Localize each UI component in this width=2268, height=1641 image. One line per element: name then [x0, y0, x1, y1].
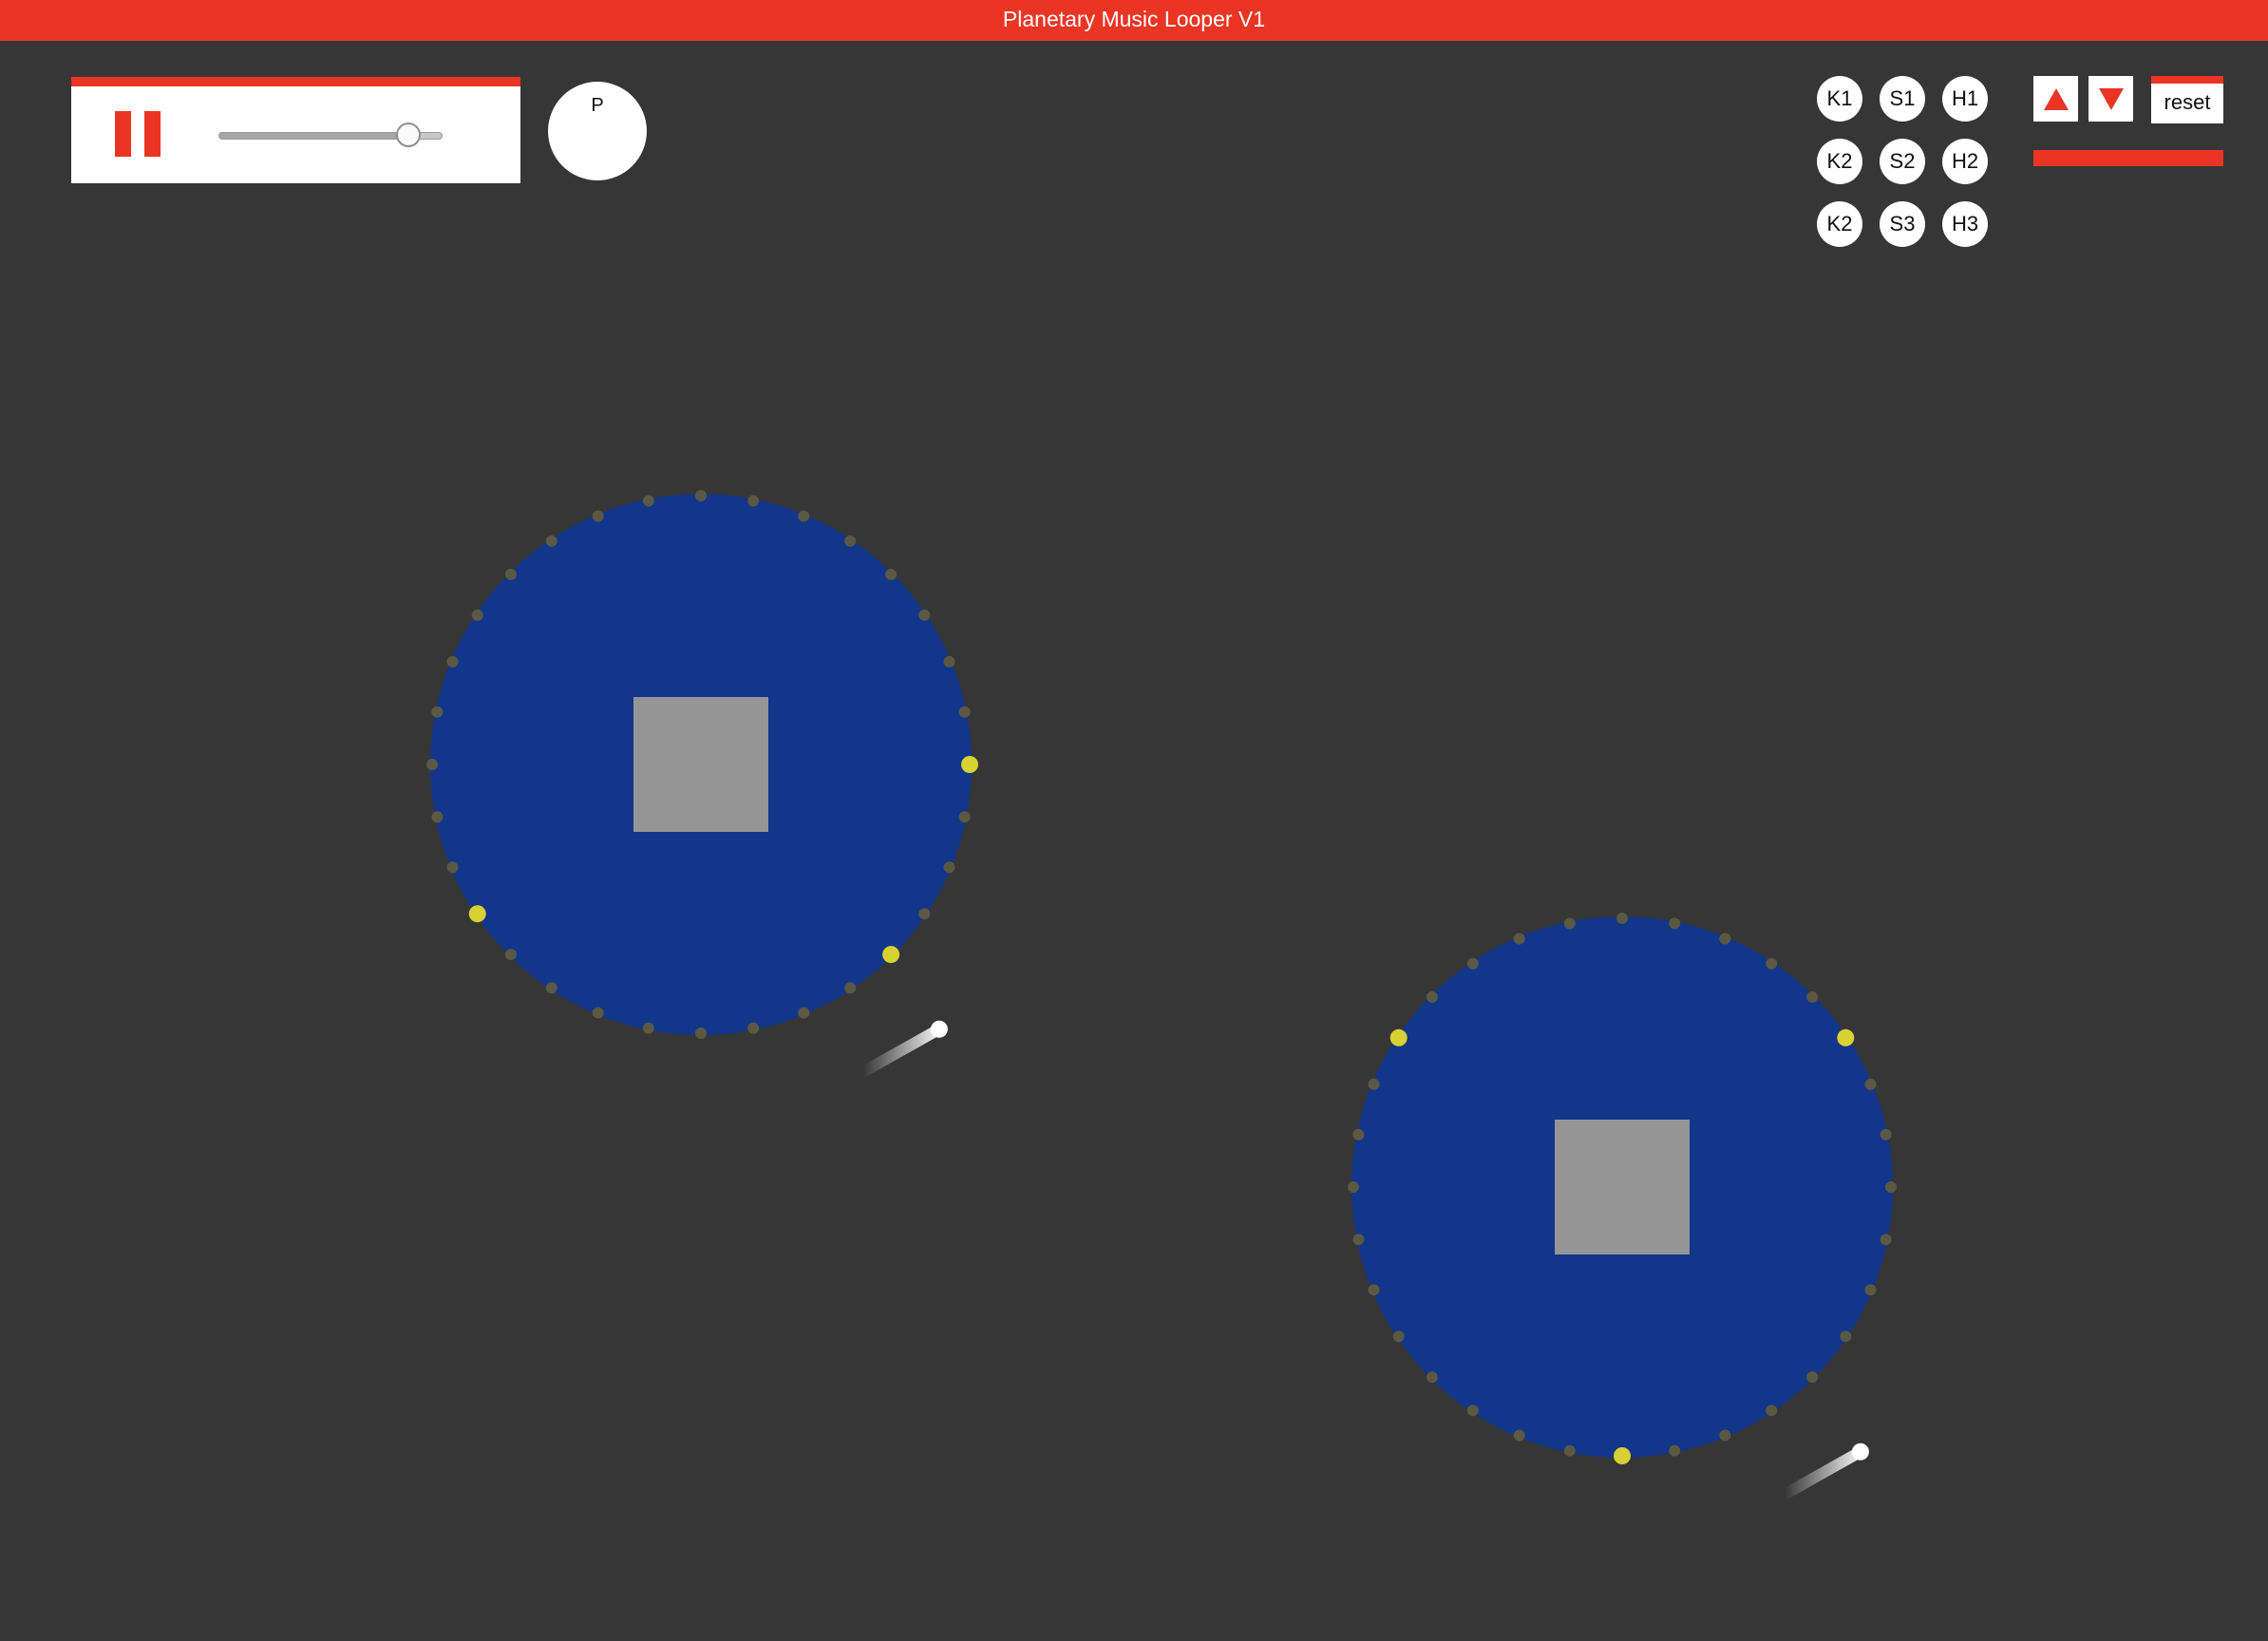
planet-core[interactable] [1555, 1120, 1690, 1254]
note-slot[interactable] [885, 568, 898, 580]
note-slot[interactable] [918, 609, 931, 621]
note-slot[interactable] [504, 949, 517, 961]
note-slot[interactable] [844, 535, 857, 547]
note-slot[interactable] [1766, 1405, 1778, 1417]
note-slot[interactable] [504, 568, 517, 580]
note-slot[interactable] [1669, 917, 1681, 930]
planet-canvas[interactable] [0, 41, 2268, 1641]
planet-core[interactable] [633, 697, 768, 832]
note-slot[interactable] [1392, 1330, 1405, 1343]
note-slot[interactable] [918, 908, 931, 920]
note-active[interactable] [961, 756, 978, 773]
note-active[interactable] [1614, 1447, 1631, 1464]
note-slot[interactable] [1368, 1078, 1380, 1090]
note-slot[interactable] [1766, 957, 1778, 970]
note-active[interactable] [882, 946, 900, 964]
note-slot[interactable] [747, 495, 760, 507]
note-slot[interactable] [431, 811, 444, 823]
note-slot[interactable] [1513, 1429, 1525, 1442]
note-active[interactable] [1837, 1028, 1855, 1047]
planet-1[interactable] [426, 490, 978, 1078]
note-slot[interactable] [1426, 990, 1438, 1003]
note-slot[interactable] [431, 706, 444, 718]
note-slot[interactable] [1880, 1128, 1892, 1141]
note-slot[interactable] [798, 510, 810, 522]
note-slot[interactable] [1352, 1234, 1365, 1246]
note-slot[interactable] [943, 861, 955, 874]
note-active[interactable] [1389, 1028, 1408, 1047]
note-slot[interactable] [798, 1007, 810, 1019]
note-slot[interactable] [446, 655, 459, 668]
note-slot[interactable] [1719, 1429, 1731, 1442]
note-slot[interactable] [1840, 1330, 1852, 1343]
note-active[interactable] [468, 905, 486, 923]
note-slot[interactable] [1669, 1444, 1681, 1457]
note-slot[interactable] [943, 655, 955, 668]
note-slot[interactable] [1864, 1284, 1877, 1296]
note-slot[interactable] [1563, 917, 1576, 930]
app-title-bar: Planetary Music Looper V1 [0, 0, 2268, 41]
note-slot[interactable] [1563, 1444, 1576, 1457]
note-slot[interactable] [1806, 990, 1819, 1003]
app-title: Planetary Music Looper V1 [1002, 7, 1266, 31]
note-slot[interactable] [592, 1007, 604, 1019]
comet-head [930, 1020, 948, 1038]
note-slot[interactable] [1466, 957, 1479, 970]
note-slot[interactable] [958, 811, 971, 823]
note-slot[interactable] [695, 490, 707, 501]
note-slot[interactable] [1426, 1371, 1438, 1384]
note-slot[interactable] [958, 706, 971, 718]
note-slot[interactable] [844, 982, 857, 994]
note-slot[interactable] [1466, 1405, 1479, 1417]
note-slot[interactable] [1719, 933, 1731, 945]
note-slot[interactable] [426, 759, 438, 770]
comet [857, 1020, 948, 1078]
comet-head [1851, 1443, 1869, 1461]
note-slot[interactable] [1806, 1371, 1819, 1384]
note-slot[interactable] [592, 510, 604, 522]
note-slot[interactable] [1616, 913, 1628, 924]
note-slot[interactable] [545, 982, 558, 994]
note-slot[interactable] [1864, 1078, 1877, 1090]
comet-trail [1778, 1445, 1866, 1500]
note-slot[interactable] [1368, 1284, 1380, 1296]
note-slot[interactable] [446, 861, 459, 874]
comet [1778, 1443, 1869, 1500]
note-slot[interactable] [642, 1022, 654, 1034]
note-slot[interactable] [1513, 933, 1525, 945]
note-slot[interactable] [1880, 1234, 1892, 1246]
note-slot[interactable] [642, 495, 654, 507]
comet-trail [857, 1023, 945, 1078]
note-slot[interactable] [747, 1022, 760, 1034]
planet-2[interactable] [1348, 913, 1897, 1500]
note-slot[interactable] [471, 609, 483, 621]
note-slot[interactable] [695, 1028, 707, 1039]
note-slot[interactable] [545, 535, 558, 547]
note-slot[interactable] [1352, 1128, 1365, 1141]
note-slot[interactable] [1348, 1181, 1359, 1193]
note-slot[interactable] [1885, 1181, 1897, 1193]
